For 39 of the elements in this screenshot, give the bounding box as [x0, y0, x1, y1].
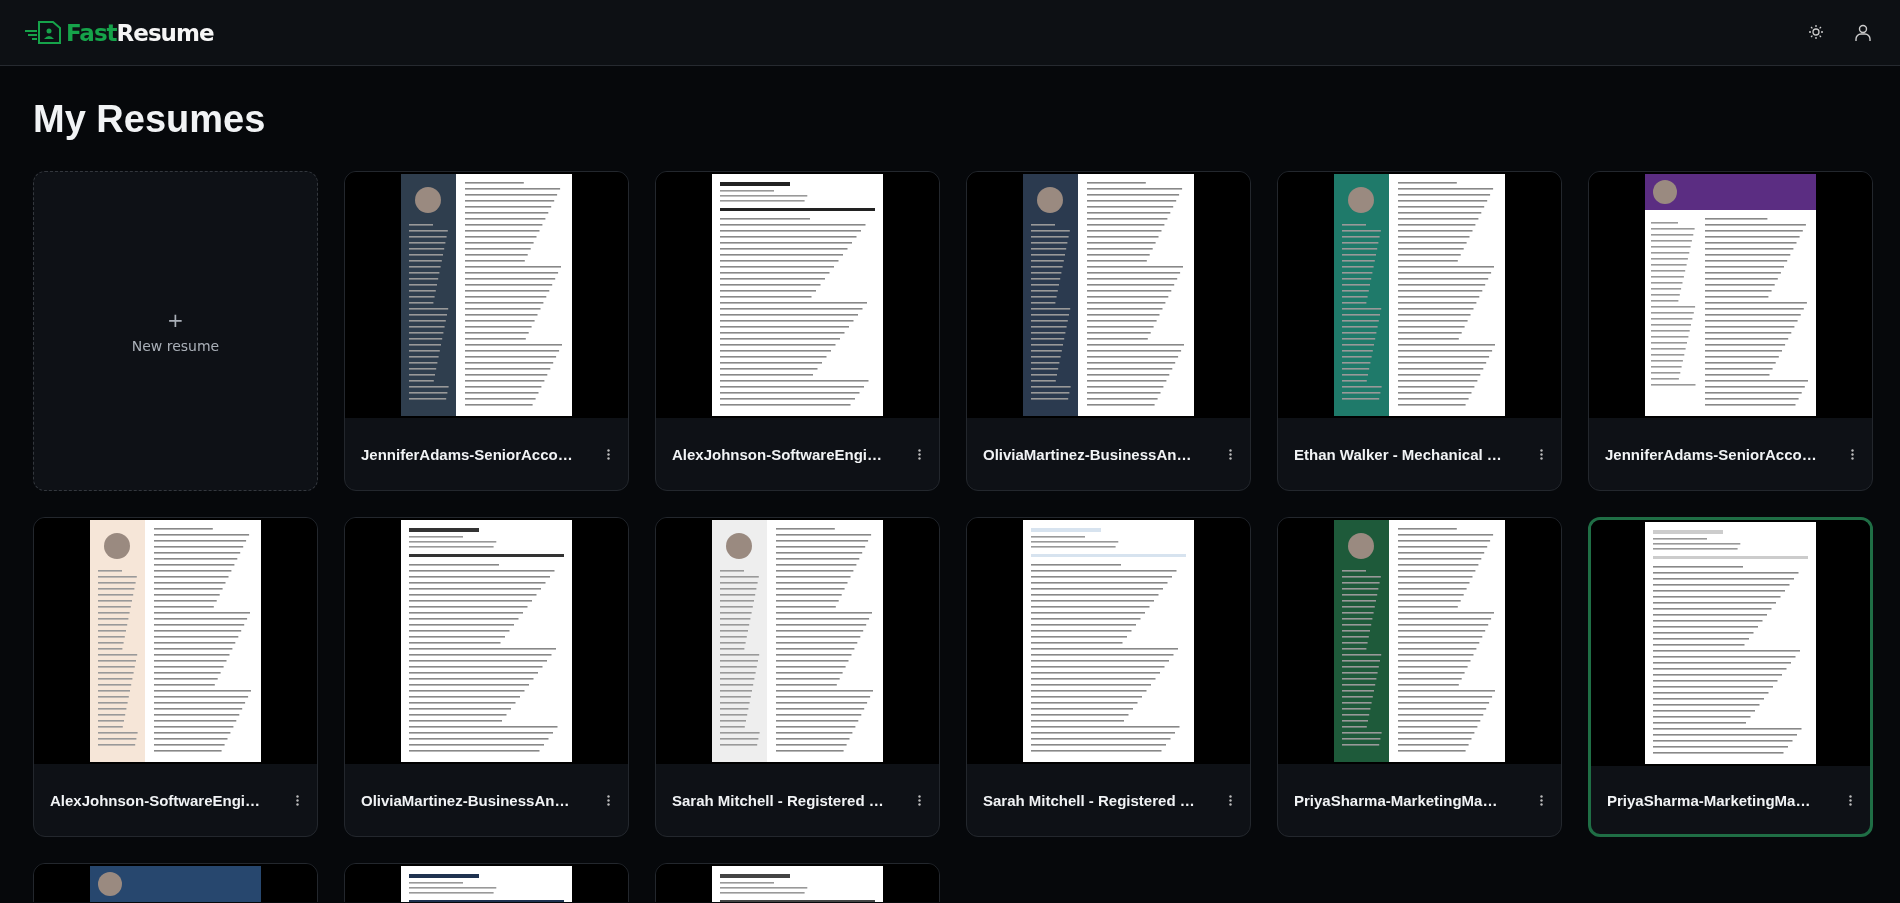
- resume-title: AlexJohnson-SoftwareEngi…: [672, 445, 883, 463]
- resume-card[interactable]: OliviaMartinez-BusinessAn…: [344, 517, 629, 837]
- resume-title: Sarah Mitchell - Registered …: [672, 791, 884, 809]
- app-logo[interactable]: FastResume: [66, 19, 214, 46]
- resume-card[interactable]: AlexJohnson-SoftwareEngi…: [655, 171, 940, 491]
- more-vertical-icon: [1851, 448, 1854, 460]
- resume-card[interactable]: PriyaSharma-MarketingMa…: [1277, 517, 1562, 837]
- resume-title: JenniferAdams-SeniorAcco…: [1605, 445, 1817, 463]
- resume-title: PriyaSharma-MarketingMa…: [1294, 791, 1498, 809]
- resume-card[interactable]: PriyaSharma-MarketingMa…: [1588, 517, 1873, 837]
- more-vertical-icon: [607, 794, 610, 806]
- resume-title: AlexJohnson-SoftwareEngi…: [50, 791, 261, 809]
- resume-title: OliviaMartinez-BusinessAn…: [983, 445, 1192, 463]
- sun-icon: [1808, 23, 1824, 40]
- resume-title: Ethan Walker - Mechanical …: [1294, 445, 1502, 463]
- more-vertical-icon: [918, 794, 921, 806]
- user-icon: [1854, 23, 1872, 42]
- more-vertical-icon: [607, 448, 610, 460]
- resume-card[interactable]: AlexJohnson-SoftwareEngi…: [33, 517, 318, 837]
- resume-title: PriyaSharma-MarketingMa…: [1607, 791, 1811, 809]
- resume-card[interactable]: Ethan Walker - Mechanical …: [1277, 171, 1562, 491]
- resume-card[interactable]: OliviaMartinez-BusinessAn…: [966, 171, 1251, 491]
- resume-card[interactable]: Sarah Mitchell - Registered …: [655, 517, 940, 837]
- more-vertical-icon: [1849, 794, 1852, 806]
- page-title: My Resumes: [33, 98, 267, 141]
- more-vertical-icon: [1229, 448, 1232, 460]
- more-vertical-icon: [1229, 794, 1232, 806]
- more-vertical-icon: [918, 448, 921, 460]
- more-vertical-icon: [1540, 794, 1543, 806]
- resume-card[interactable]: JenniferAdams-SeniorAcco…: [344, 171, 629, 491]
- resume-title: JenniferAdams-SeniorAcco…: [361, 445, 573, 463]
- more-vertical-icon: [296, 794, 299, 806]
- more-vertical-icon: [1540, 448, 1543, 460]
- logo-icon: [24, 19, 64, 46]
- resume-card[interactable]: JenniferAdams-SeniorAcco…: [1588, 171, 1873, 491]
- resume-card[interactable]: Sarah Mitchell - Registered …: [966, 517, 1251, 837]
- resume-title: Sarah Mitchell - Registered …: [983, 791, 1195, 809]
- new-resume-card[interactable]: + New resume: [33, 171, 318, 491]
- resume-title: OliviaMartinez-BusinessAn…: [361, 791, 570, 809]
